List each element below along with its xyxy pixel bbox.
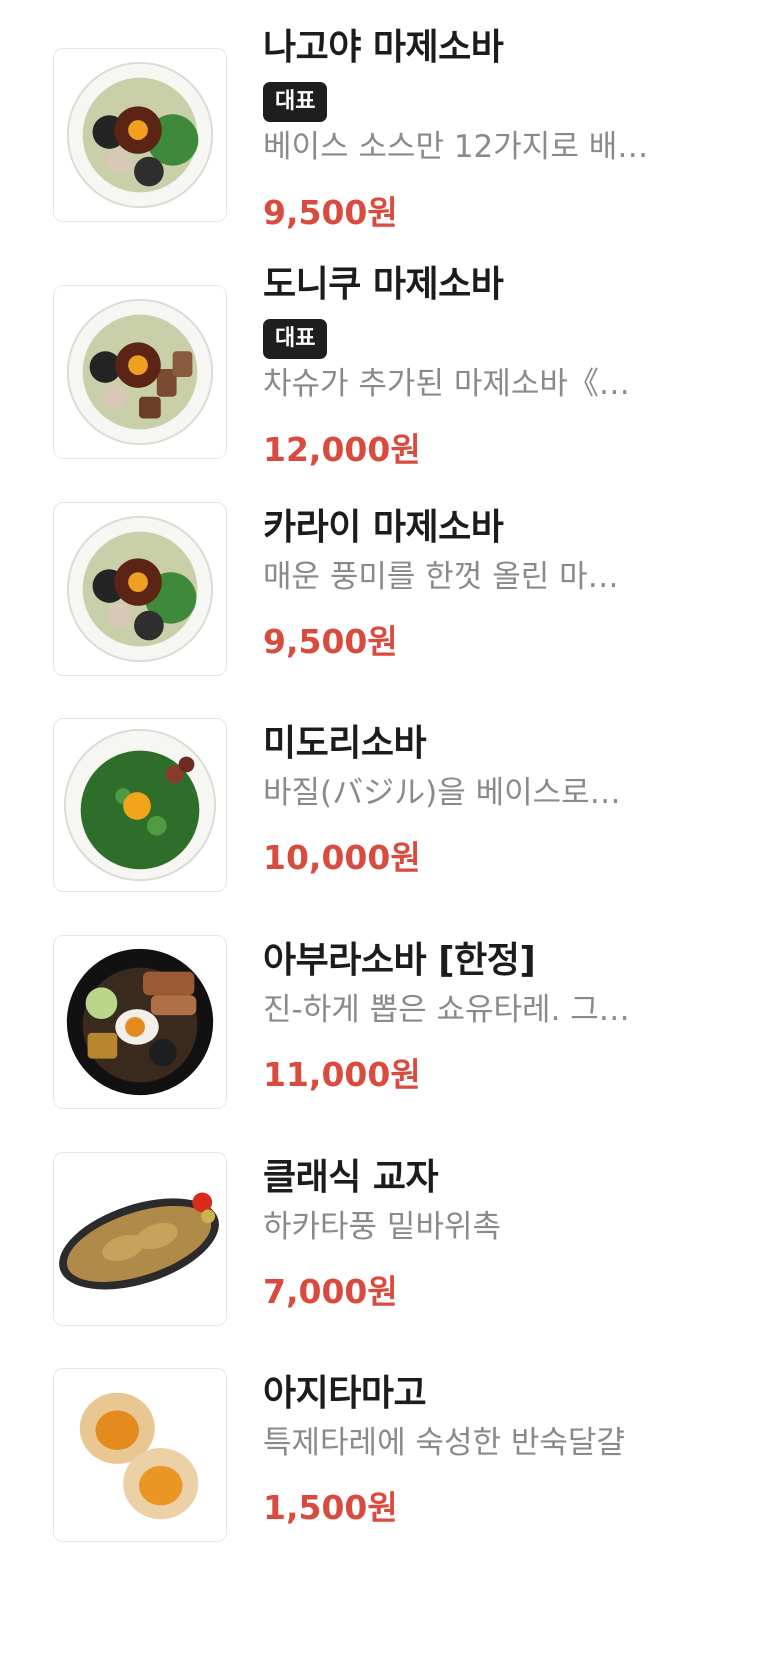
menu-item-karai-mazesoba[interactable]: 카라이 마제소바 매운 풍미를 한껏 올린 마… 9,500원 [0, 494, 773, 694]
menu-item-image [53, 1152, 227, 1326]
menu-item-name: 클래식 교자 [263, 1157, 439, 1198]
menu-item-midori-soba[interactable]: 미도리소바 바질(バジル)을 베이스로… 10,000원 [0, 710, 773, 910]
abura-soba-bowl-image [66, 948, 214, 1096]
menu-item-ajitamago[interactable]: 아지타마고 특제타레에 숙성한 반숙달걀 1,500원 [0, 1360, 773, 1560]
menu-item-price: 11,000원 [263, 1055, 421, 1094]
signature-badge: 대표 [263, 82, 328, 122]
mazesoba-bowl-image [66, 61, 214, 209]
menu-item-name: 카라이 마제소바 [263, 507, 504, 548]
gyoza-plate-image [59, 1192, 219, 1290]
mazesoba-chashu-bowl-image [66, 298, 214, 446]
menu-item-image [53, 718, 227, 892]
menu-item-price: 10,000원 [263, 838, 421, 877]
menu-item-nagoya-mazesoba[interactable]: 나고야 마제소바 대표 베이스 소스만 12가지로 배… 9,500원 [0, 27, 773, 240]
menu-item-image [53, 285, 227, 459]
menu-item-description: 차슈가 추가된 마제소바《… [263, 366, 630, 402]
menu-list: 나고야 마제소바 대표 베이스 소스만 12가지로 배… 9,500원 도니쿠 … [0, 0, 773, 1653]
menu-item-description: 진-하게 뽑은 쇼유타레. 그… [263, 992, 630, 1028]
menu-item-description: 매운 풍미를 한껏 올린 마… [263, 559, 619, 595]
menu-item-name: 아부라소바 [한정] [263, 940, 536, 981]
mazesoba-bowl-image [66, 515, 214, 663]
menu-item-price: 12,000원 [263, 430, 421, 469]
menu-item-price: 1,500원 [263, 1488, 398, 1527]
menu-item-description: 베이스 소스만 12가지로 배… [263, 129, 649, 165]
menu-item-description: 특제타레에 숙성한 반숙달걀 [263, 1425, 625, 1461]
menu-item-donikyu-mazesoba[interactable]: 도니쿠 마제소바 대표 차슈가 추가된 마제소바《… 12,000원 [0, 264, 773, 477]
basil-soba-bowl-image [63, 728, 217, 882]
signature-badge: 대표 [263, 319, 328, 359]
ajitama-eggs-image [79, 1392, 199, 1520]
menu-item-image [53, 935, 227, 1109]
menu-item-description: 하카타풍 밑바위촉 [263, 1209, 502, 1245]
menu-item-price: 7,000원 [263, 1272, 398, 1311]
menu-item-image [53, 502, 227, 676]
menu-item-description: 바질(バジル)을 베이스로… [263, 775, 621, 811]
menu-item-name: 도니쿠 마제소바 [263, 264, 504, 305]
menu-item-name: 미도리소바 [263, 723, 427, 764]
menu-item-image [53, 1368, 227, 1542]
menu-item-abura-soba-limited[interactable]: 아부라소바 [한정] 진-하게 뽑은 쇼유타레. 그… 11,000원 [0, 927, 773, 1127]
menu-item-price: 9,500원 [263, 622, 398, 661]
menu-item-image [53, 48, 227, 222]
menu-item-price: 9,500원 [263, 193, 398, 232]
menu-item-name: 아지타마고 [263, 1373, 427, 1414]
menu-item-name: 나고야 마제소바 [263, 27, 504, 68]
menu-item-classic-gyoza[interactable]: 클래식 교자 하카타풍 밑바위촉 7,000원 [0, 1144, 773, 1344]
